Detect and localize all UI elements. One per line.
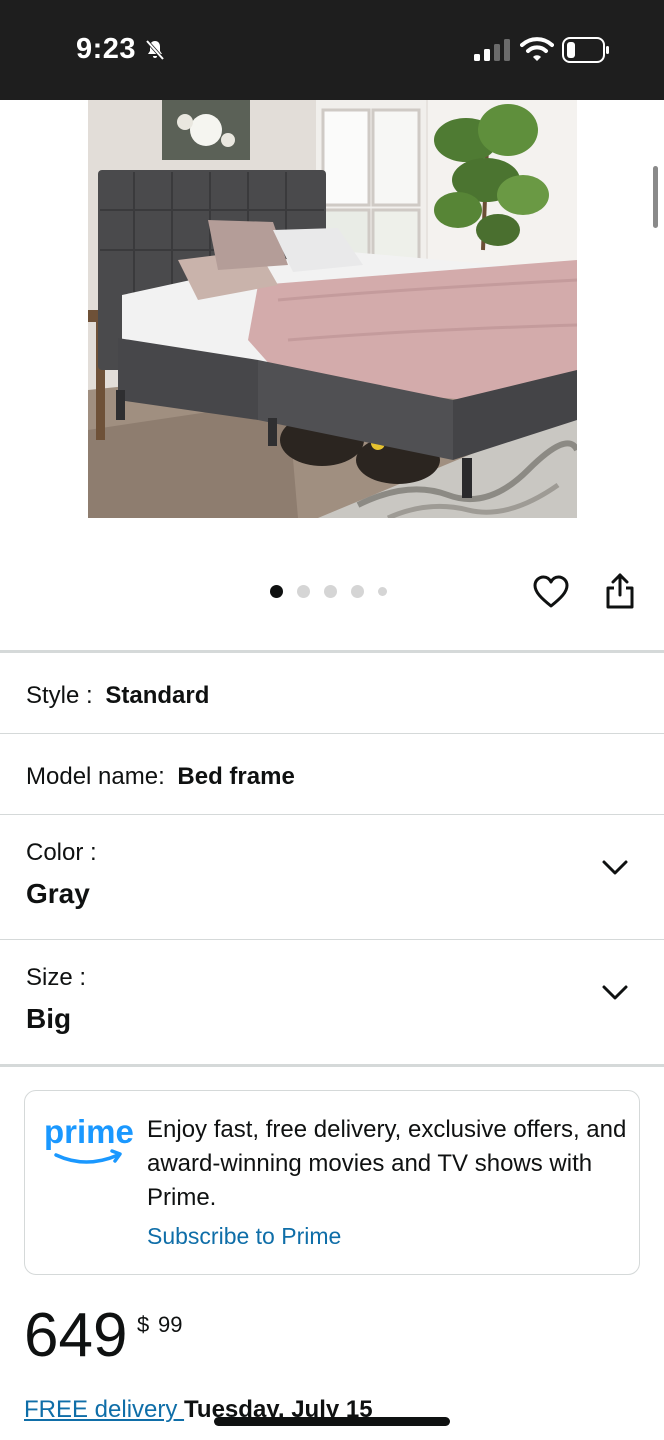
svg-text:prime: prime [44,1113,134,1150]
price-fraction: 99 [158,1312,183,1337]
carousel-dot[interactable] [324,584,337,598]
carousel-dot[interactable] [378,586,387,596]
wifi-icon [520,37,554,61]
model-name-value: Bed frame [177,763,295,790]
carousel-dot[interactable] [270,584,283,598]
image-carousel-dots[interactable] [270,583,401,599]
bell-slash-icon [145,39,165,61]
style-label: Style : [26,682,93,709]
size-label: Size : [26,964,87,991]
free-delivery-link[interactable]: FREE delivery [24,1396,184,1423]
heart-icon[interactable] [533,575,569,609]
row-divider [0,814,664,815]
section-divider [0,1064,664,1067]
status-bar: 9:23 [0,0,664,100]
subscribe-to-prime-link[interactable]: Subscribe to Prime [147,1223,341,1250]
prime-promo-card[interactable]: prime Enjoy fast, free delivery, exclusi… [24,1090,640,1275]
chevron-down-icon[interactable] [601,984,629,1002]
battery-icon [562,37,609,63]
share-icon[interactable] [604,572,636,610]
size-value: Big [26,1003,72,1034]
color-label: Color : [26,839,97,866]
home-indicator[interactable] [214,1417,450,1426]
price-whole: 649 [24,1301,128,1370]
carousel-dot[interactable] [351,584,364,598]
price-currency-symbol: $ [137,1312,150,1337]
prime-message: Enjoy fast, free delivery, exclusive off… [147,1116,627,1211]
model-name-label: Model name: [26,763,165,790]
chevron-down-icon[interactable] [601,859,629,877]
style-row[interactable]: Style : Standard [26,682,209,710]
product-image[interactable] [88,100,577,518]
status-time: 9:23 [76,33,137,65]
signal-bars-icon [474,39,510,61]
style-value: Standard [105,682,210,709]
section-divider [0,650,664,653]
model-name-row[interactable]: Model name: Bed frame [26,763,295,791]
row-divider [0,733,664,734]
carousel-dot[interactable] [297,584,310,598]
scroll-indicator[interactable] [653,166,658,228]
row-divider [0,939,664,940]
prime-logo: prime [44,1113,134,1164]
color-value: Gray [26,878,90,909]
